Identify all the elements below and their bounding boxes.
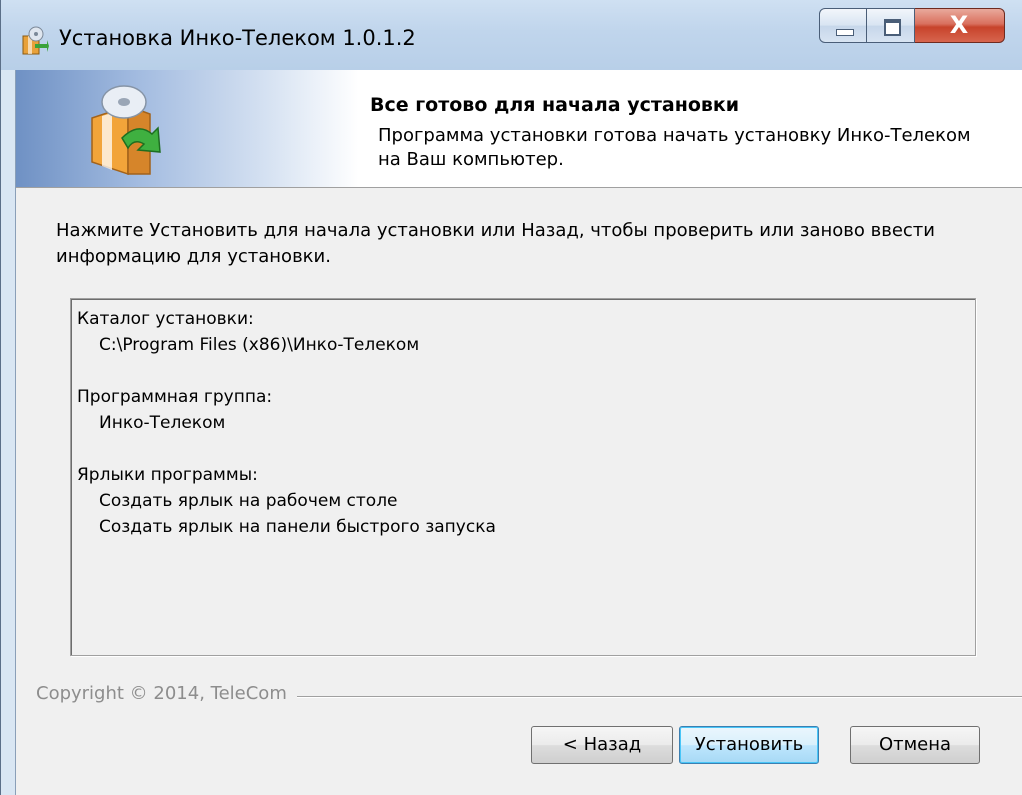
maximize-button[interactable] [867,8,915,43]
wizard-header: Все готово для начала установки Программ… [16,70,1022,188]
instruction-text: Нажмите Установить для начала установки … [56,220,935,267]
page-title: Все готово для начала установки [370,94,740,116]
copyright-text: Copyright © 2014, TeleCom [36,683,297,704]
memo-heading-install-dir: Каталог установки: [77,309,254,329]
maximize-icon [884,19,901,36]
dialog-client-area: Все готово для начала установки Программ… [15,70,1022,795]
app-icon [22,26,49,55]
page-description: Программа установки готова начать устано… [378,125,971,170]
memo-program-group-value: Инко-Телеком [99,413,226,433]
minimize-icon [836,29,854,36]
memo-heading-shortcuts: Ярлыки программы: [77,465,258,485]
title-bar[interactable]: Установка Инко-Телеком 1.0.1.2 X [1,0,1022,70]
back-button[interactable]: < Назад [531,726,673,764]
close-icon: X [949,11,969,39]
memo-heading-program-group: Программная группа: [77,387,273,407]
window-title: Установка Инко-Телеком 1.0.1.2 [59,26,416,50]
cancel-button[interactable]: Отмена [850,726,980,764]
install-button[interactable]: Установить [679,726,819,764]
installer-box-icon [91,85,161,176]
minimize-button[interactable] [819,8,867,43]
memo-install-dir-value: C:\Program Files (x86)\Инко-Телеком [99,335,420,355]
memo-shortcut-desktop: Создать ярлык на рабочем столе [99,491,398,511]
close-button[interactable]: X [915,8,1005,43]
ready-memo[interactable]: Каталог установки: C:\Program Files (x86… [70,298,976,656]
installer-window: Установка Инко-Телеком 1.0.1.2 X Все гот… [0,0,1022,795]
memo-shortcut-quicklaunch: Создать ярлык на панели быстрого запуска [99,517,496,537]
